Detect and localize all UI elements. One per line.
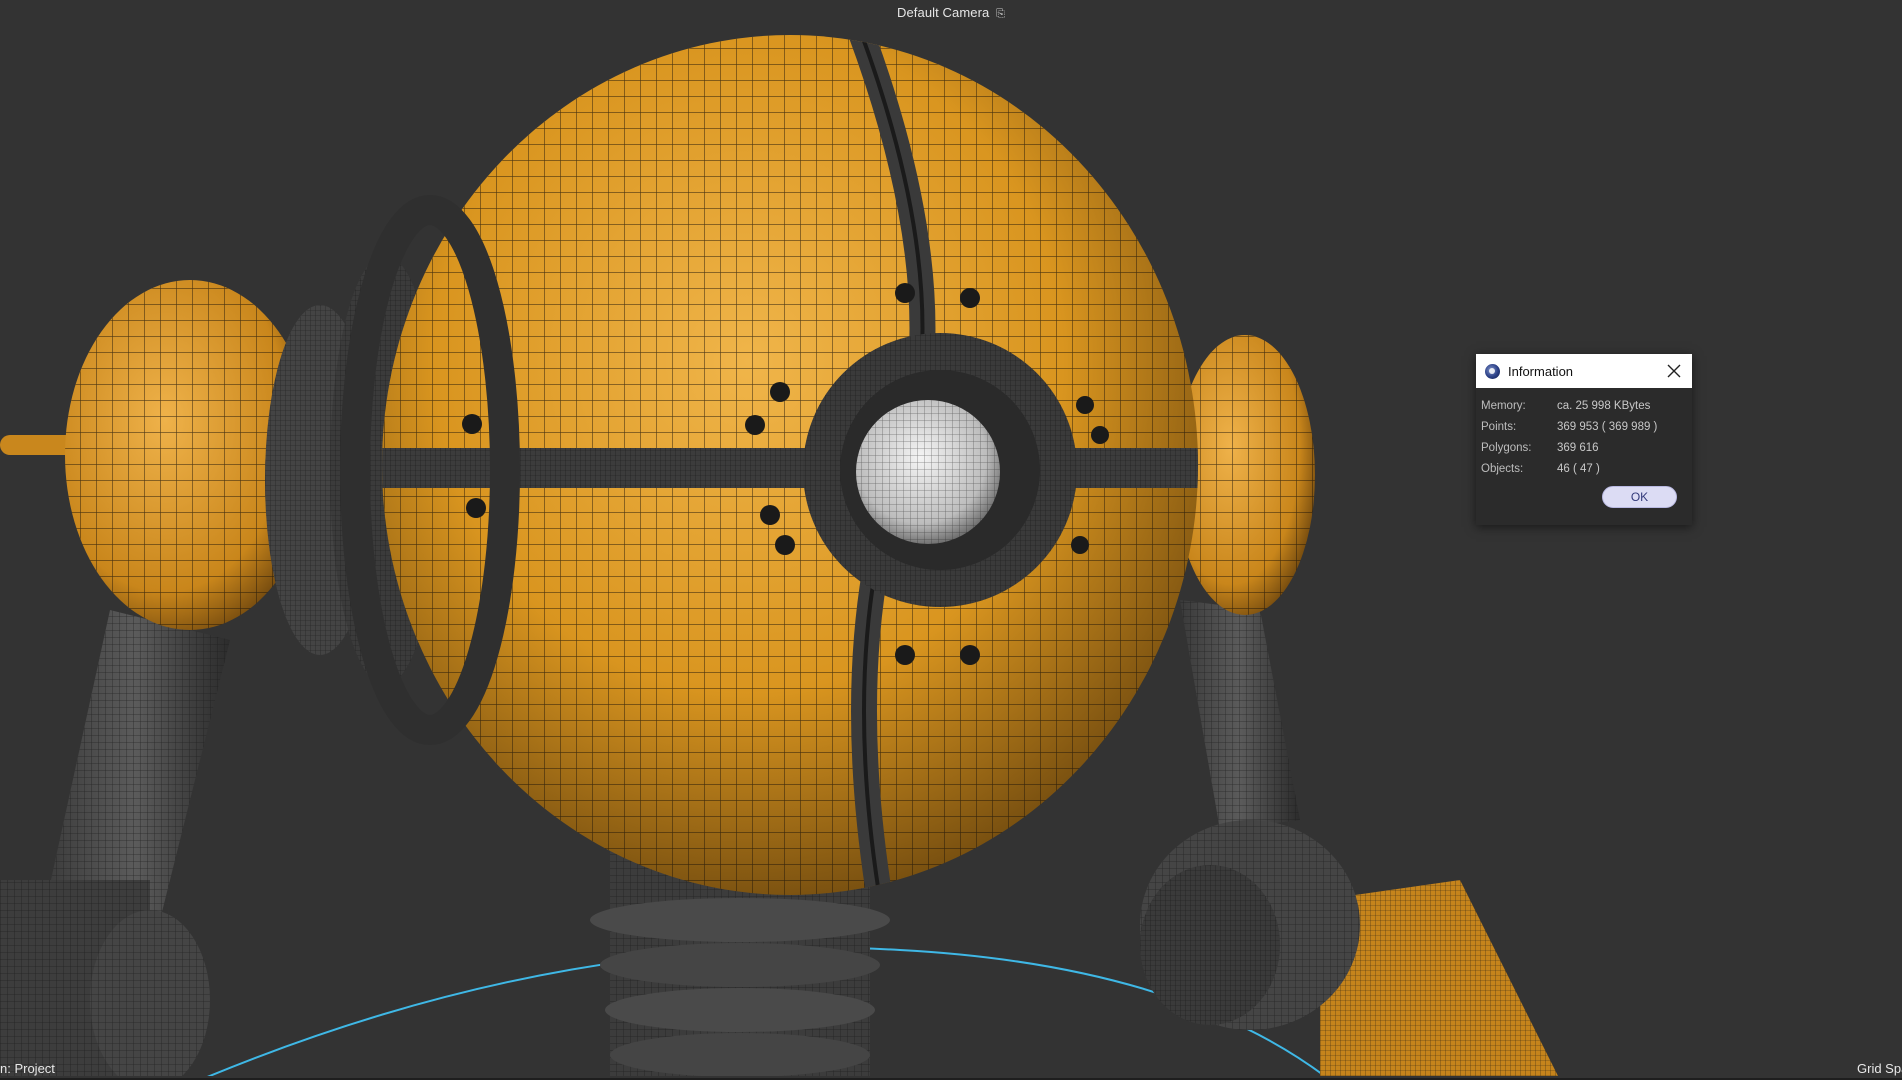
robot-3d-model[interactable] [0, 0, 1902, 1080]
camera-title[interactable]: Default Camera ⎘ [0, 5, 1902, 21]
info-row-points: Points: 369 953 ( 369 989 ) [1481, 416, 1692, 437]
info-value: 369 953 ( 369 989 ) [1557, 420, 1658, 433]
3d-viewport[interactable]: Default Camera ⎘ n: Project Grid Spa Inf… [0, 0, 1902, 1080]
left-arm [0, 610, 230, 1076]
info-row-polygons: Polygons: 369 616 [1481, 437, 1692, 458]
ok-button[interactable]: OK [1602, 486, 1677, 508]
camera-name: Default Camera [896, 5, 990, 20]
info-value: 369 616 [1557, 441, 1599, 454]
info-label: Points: [1481, 420, 1517, 433]
close-button[interactable] [1662, 359, 1686, 383]
close-icon [1667, 364, 1681, 378]
dialog-title: Information [1508, 363, 1574, 379]
robot-head [340, 35, 1198, 895]
camera-link-icon[interactable]: ⎘ [996, 8, 1005, 20]
dialog-body: Memory: ca. 25 998 KBytes Points: 369 95… [1476, 388, 1692, 479]
status-text-right: Grid Spa [1857, 1061, 1902, 1076]
information-dialog: Information Memory: ca. 25 998 KBytes Po… [1476, 354, 1692, 525]
info-row-memory: Memory: ca. 25 998 KBytes [1481, 395, 1692, 416]
info-label: Memory: [1481, 399, 1526, 412]
right-arm [1140, 600, 1558, 1076]
cinema4d-logo-icon [1485, 363, 1500, 379]
info-value: ca. 25 998 KBytes [1557, 399, 1651, 412]
info-row-objects: Objects: 46 ( 47 ) [1481, 458, 1692, 479]
info-label: Objects: [1481, 462, 1524, 475]
info-label: Polygons: [1481, 441, 1532, 454]
status-text-left: n: Project [0, 1061, 55, 1076]
info-value: 46 ( 47 ) [1557, 462, 1600, 475]
dialog-titlebar[interactable]: Information [1476, 354, 1692, 388]
